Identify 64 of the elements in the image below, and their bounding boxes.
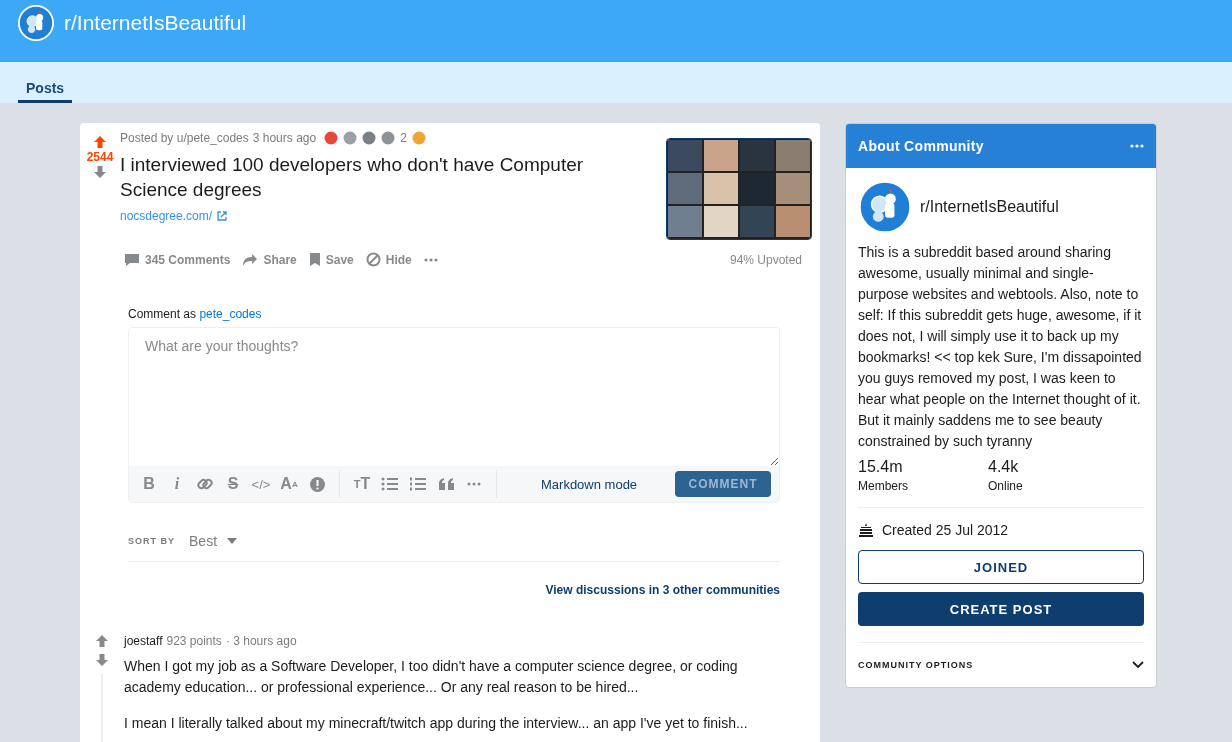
more-icon[interactable] [1130, 144, 1144, 148]
other-discussions-link[interactable]: View discussions in 3 other communities [545, 583, 780, 597]
create-post-button[interactable]: CREATE POST [858, 592, 1144, 626]
quote-icon [437, 477, 455, 491]
comment-button[interactable]: COMMENT [675, 471, 771, 497]
comment-time: · 3 hours ago [225, 634, 297, 648]
share-button[interactable]: Share [238, 248, 301, 271]
post-link[interactable]: nocsdegree.com/ [120, 209, 228, 223]
chevron-down-icon [1132, 661, 1144, 669]
comment-author[interactable]: joestaff [124, 634, 163, 648]
comment-points: 923 points [166, 634, 222, 648]
heading-button[interactable]: TT [348, 470, 376, 498]
bookmark-icon [308, 252, 321, 267]
strikethrough-button[interactable]: S [219, 470, 247, 498]
post-author: Posted by u/pete_codes [120, 131, 249, 145]
community-name: r/InternetIsBeautiful [920, 198, 1059, 216]
downvote-icon[interactable] [93, 165, 107, 179]
comment-text: I mean I literally talked about my minecraft/twitch app during the interview... an app I've yet to finish... [124, 714, 749, 733]
upvote-icon[interactable] [93, 135, 107, 149]
hide-button[interactable]: Hide [361, 248, 416, 271]
italic-button[interactable]: i [163, 470, 191, 498]
caret-icon [227, 538, 238, 544]
posts-tab[interactable]: Posts [18, 62, 73, 103]
community-description: This is a subreddit based around sharing awesome, usually minimal and single-purpose websites and webtools. Also, note to self: If this subreddit gets huge, awesome, if it does not, I will simply use it to back up my bookmarks! << top kek Sure, I'm dissapointed you guys removed my post, I was keen to hear what people on the Internet thought of it. But it mainly saddens me to see beauty constrained by such tyranny [858, 243, 1143, 451]
code-button[interactable]: </> [247, 470, 275, 498]
comment-text: When I got my job as a Software Developer, I too didn't have a computer science degree, or coding academy education... or professional experience... Or any real reason to be hired... [124, 657, 739, 697]
markdown-mode-button[interactable]: Markdown mode [535, 475, 644, 493]
comment-as-label: Comment as pete_codes [128, 307, 263, 321]
sort-label: SORT BY [128, 536, 175, 546]
expand-button[interactable] [1132, 661, 1144, 669]
more-icon [423, 257, 438, 262]
joined-button[interactable]: JOINED [858, 550, 1144, 584]
sort-dropdown[interactable]: Best [189, 533, 238, 549]
exclamation-icon [308, 475, 326, 493]
bulleted-list-icon [381, 476, 399, 492]
community-avatar-icon [858, 180, 912, 234]
post-title[interactable]: I interviewed 100 developers who don't have Computer Science degrees [120, 152, 640, 202]
community-title: r/InternetIsBeautiful [64, 11, 247, 35]
more-icon [467, 482, 481, 486]
stat-value: 15.4m [858, 458, 904, 476]
share-arrow-icon [242, 252, 259, 267]
created-date: Created 25 Jul 2012 [882, 522, 1009, 538]
comments-button[interactable]: 345 Comments [120, 248, 235, 271]
blocked-circle-icon [365, 252, 381, 267]
stat-value: 4.4k [988, 458, 1020, 476]
post-time: 3 hours ago [252, 131, 317, 145]
community-options-label: COMMUNITY OPTIONS [858, 660, 974, 670]
bold-button[interactable]: B [135, 470, 163, 498]
username-link[interactable]: pete_codes [199, 307, 262, 321]
save-button[interactable]: Save [304, 248, 358, 271]
cake-icon [858, 522, 874, 538]
sidebar-title: About Community [858, 138, 984, 154]
external-link-icon [217, 211, 227, 221]
comment-input[interactable]: What are your thoughts? [129, 328, 779, 466]
award-count: 2 [400, 131, 407, 145]
upvote-icon[interactable] [95, 634, 109, 648]
downvote-icon[interactable] [95, 653, 109, 667]
vote-score: 2544 [86, 150, 114, 164]
community-avatar-icon [18, 5, 54, 41]
upvote-ratio: 94% Upvoted [729, 252, 802, 267]
numbered-list-icon [409, 476, 427, 492]
stat-label: Members [858, 479, 909, 493]
stat-label: Online [988, 479, 1024, 493]
speech-bubble-icon [124, 252, 140, 267]
